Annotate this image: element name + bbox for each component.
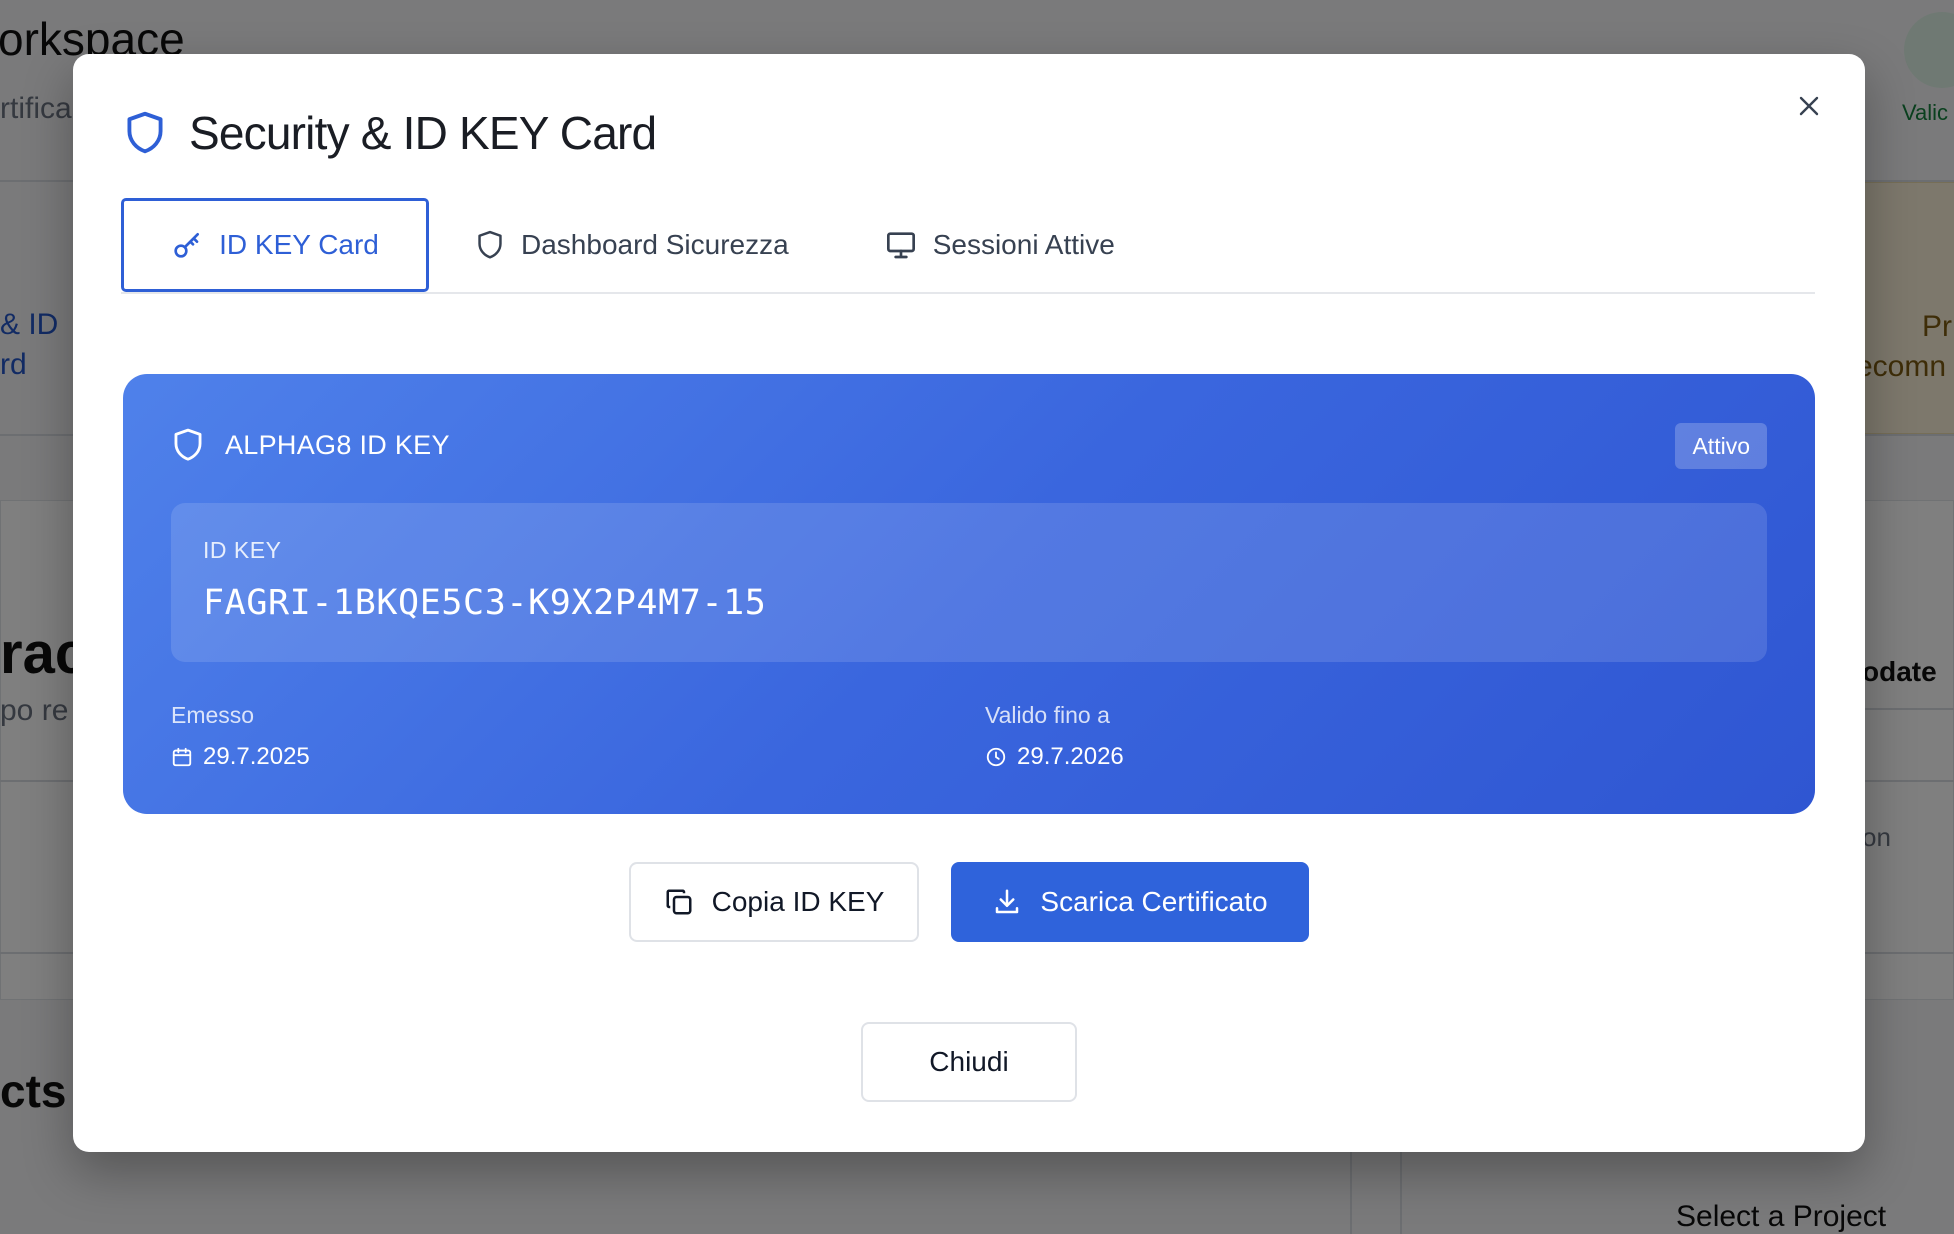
copy-icon bbox=[666, 889, 692, 915]
card-actions: Copia ID KEY Scarica Certificato bbox=[73, 862, 1865, 942]
tab-label: ID KEY Card bbox=[219, 229, 379, 260]
copy-id-key-button[interactable]: Copia ID KEY bbox=[629, 862, 919, 942]
tab-id-key-card[interactable]: ID KEY Card bbox=[121, 198, 429, 292]
card-heading: ALPHAG8 ID KEY bbox=[225, 429, 450, 460]
calendar-icon bbox=[172, 747, 192, 767]
tab-label: Dashboard Sicurezza bbox=[521, 229, 789, 260]
close-icon bbox=[1799, 96, 1819, 116]
key-value: FAGRI-1BKQE5C3-K9X2P4M7-15 bbox=[203, 583, 767, 623]
shield-icon bbox=[174, 428, 202, 461]
tab-dashboard-sicurezza[interactable]: Dashboard Sicurezza bbox=[475, 198, 789, 292]
tab-bar: ID KEY Card Dashboard Sicurezza Sessioni… bbox=[121, 198, 1815, 294]
key-box: ID KEY FAGRI-1BKQE5C3-K9X2P4M7-15 bbox=[171, 503, 1767, 662]
modal-header: Security & ID KEY Card bbox=[123, 106, 657, 160]
close-dialog-button[interactable]: Chiudi bbox=[861, 1022, 1077, 1102]
key-label: ID KEY bbox=[203, 537, 282, 563]
shield-icon bbox=[478, 230, 502, 259]
monitor-icon bbox=[886, 232, 915, 259]
tab-sessioni-attive[interactable]: Sessioni Attive bbox=[885, 198, 1115, 292]
issued-info: Emesso 29.7.2025 bbox=[171, 702, 310, 771]
tab-label: Sessioni Attive bbox=[932, 229, 1115, 260]
close-button[interactable] bbox=[1789, 86, 1829, 126]
valid-until-label: Valido fino a bbox=[985, 702, 1110, 728]
card-header: ALPHAG8 ID KEY bbox=[171, 426, 450, 464]
clock-icon bbox=[986, 747, 1006, 767]
download-certificate-button[interactable]: Scarica Certificato bbox=[951, 862, 1309, 942]
issued-value: 29.7.2025 bbox=[203, 743, 310, 770]
status-badge: Attivo bbox=[1675, 423, 1767, 469]
valid-until-info: Valido fino a 29.7.2026 bbox=[985, 702, 1124, 771]
valid-until-value: 29.7.2026 bbox=[1017, 743, 1124, 770]
shield-icon bbox=[127, 111, 163, 154]
download-icon bbox=[996, 889, 1019, 914]
id-key-card: ALPHAG8 ID KEY Attivo ID KEY FAGRI-1BKQE… bbox=[123, 374, 1815, 814]
download-button-label: Scarica Certificato bbox=[1040, 886, 1268, 917]
copy-button-label: Copia ID KEY bbox=[711, 886, 885, 917]
key-icon bbox=[174, 233, 200, 258]
security-modal: Security & ID KEY Card ID KEY Card Dashb… bbox=[73, 54, 1865, 1152]
modal-title: Security & ID KEY Card bbox=[189, 107, 657, 159]
issued-label: Emesso bbox=[171, 702, 255, 728]
